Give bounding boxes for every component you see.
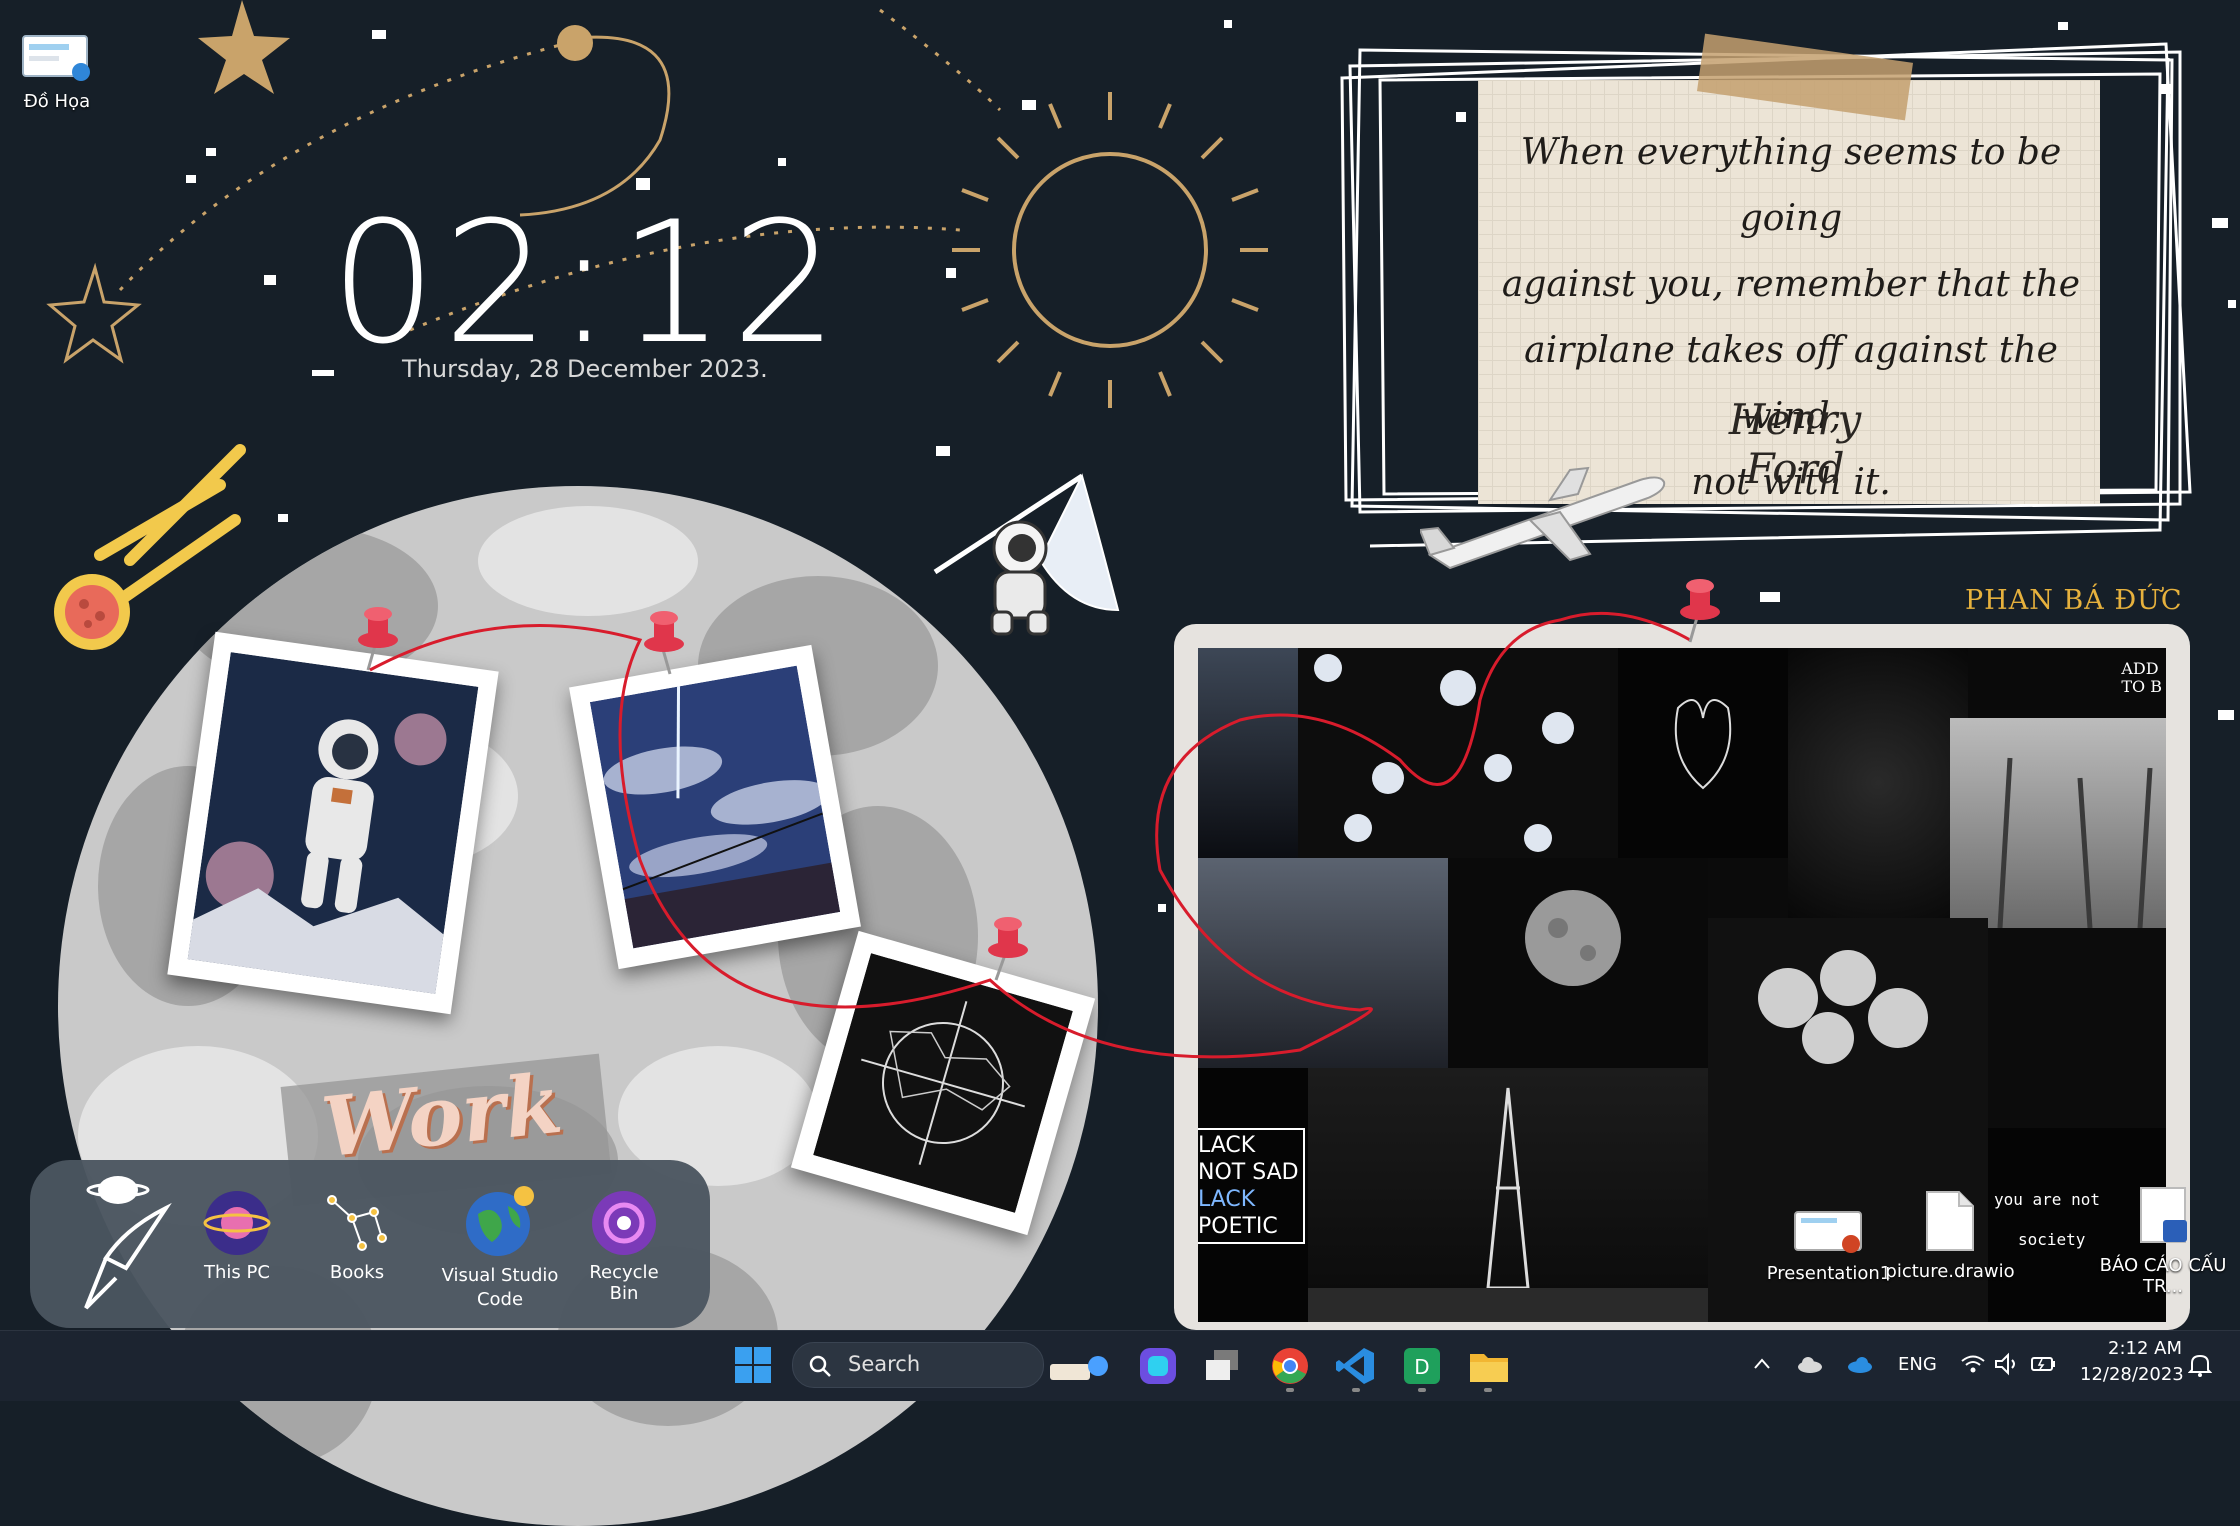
desktop-icon-bao-cao[interactable]: BÁO CÁO CẤU TR... [2098, 1186, 2228, 1297]
this-pc-icon [203, 1191, 271, 1255]
cloud-icon[interactable] [1796, 1354, 1824, 1374]
svg-text:D: D [1414, 1355, 1429, 1379]
document-file-icon [1926, 1191, 1974, 1251]
desktop-icon-drawio[interactable]: picture.drawio [1880, 1190, 2020, 1282]
dock-item-label: Visual Studio Code [441, 1265, 559, 1310]
rocket-icon [84, 1176, 172, 1310]
wifi-icon[interactable] [1960, 1352, 1986, 1376]
dock-item-recycle-bin[interactable]: Recycle Bin [574, 1188, 674, 1304]
start-button-windows-icon[interactable] [734, 1346, 772, 1384]
dock-item-this-pc[interactable]: This PC [192, 1188, 282, 1283]
dock-item-vscode[interactable]: Visual Studio Code [440, 1184, 560, 1312]
search-icon [809, 1355, 831, 1377]
desktop-icon-presentation[interactable]: Presentation1 [1764, 1210, 1894, 1284]
dock-item-label: This PC [204, 1262, 270, 1283]
volume-icon[interactable] [1994, 1352, 2020, 1376]
desktop-icon-label: BÁO CÁO CẤU TR... [2099, 1255, 2227, 1297]
notification-bell-icon[interactable] [2188, 1352, 2212, 1378]
desktop-icon-label: picture.drawio [1885, 1261, 2015, 1282]
language-indicator[interactable]: ENG [1898, 1354, 1937, 1375]
word-file-icon [2140, 1187, 2187, 1243]
push-pin-icon [1680, 579, 1720, 643]
search-highlight-icon [1050, 1356, 1108, 1380]
file-explorer-icon[interactable] [1468, 1346, 1510, 1386]
chevron-up-icon[interactable] [1752, 1356, 1772, 1372]
running-indicator [1418, 1388, 1426, 1392]
battery-icon[interactable] [2030, 1354, 2058, 1374]
search-label: Search [848, 1352, 921, 1376]
chrome-icon[interactable] [1270, 1346, 1310, 1386]
dock-item-books[interactable]: Books [312, 1188, 402, 1283]
taskbar-date[interactable]: 12/28/2023 [2080, 1364, 2184, 1385]
dock-item-label: Recycle Bin [589, 1262, 659, 1304]
running-indicator [1286, 1388, 1294, 1392]
onedrive-icon[interactable] [1846, 1354, 1874, 1374]
dock-item-label: Books [329, 1262, 385, 1283]
taskbar-time[interactable]: 2:12 AM [2108, 1338, 2182, 1359]
vscode-icon[interactable] [1336, 1346, 1376, 1386]
running-indicator [1484, 1388, 1492, 1392]
earth-icon [466, 1186, 534, 1256]
powerpoint-file-icon [1794, 1211, 1862, 1253]
galaxy-icon [592, 1191, 656, 1255]
desktop-icon-label: Presentation1 [1766, 1263, 1892, 1284]
running-indicator [1352, 1388, 1360, 1392]
task-view-icon[interactable] [1204, 1348, 1242, 1384]
drawio-app-icon[interactable]: D [1402, 1346, 1442, 1386]
copilot-icon[interactable] [1138, 1346, 1178, 1386]
constellation-icon [327, 1195, 387, 1251]
